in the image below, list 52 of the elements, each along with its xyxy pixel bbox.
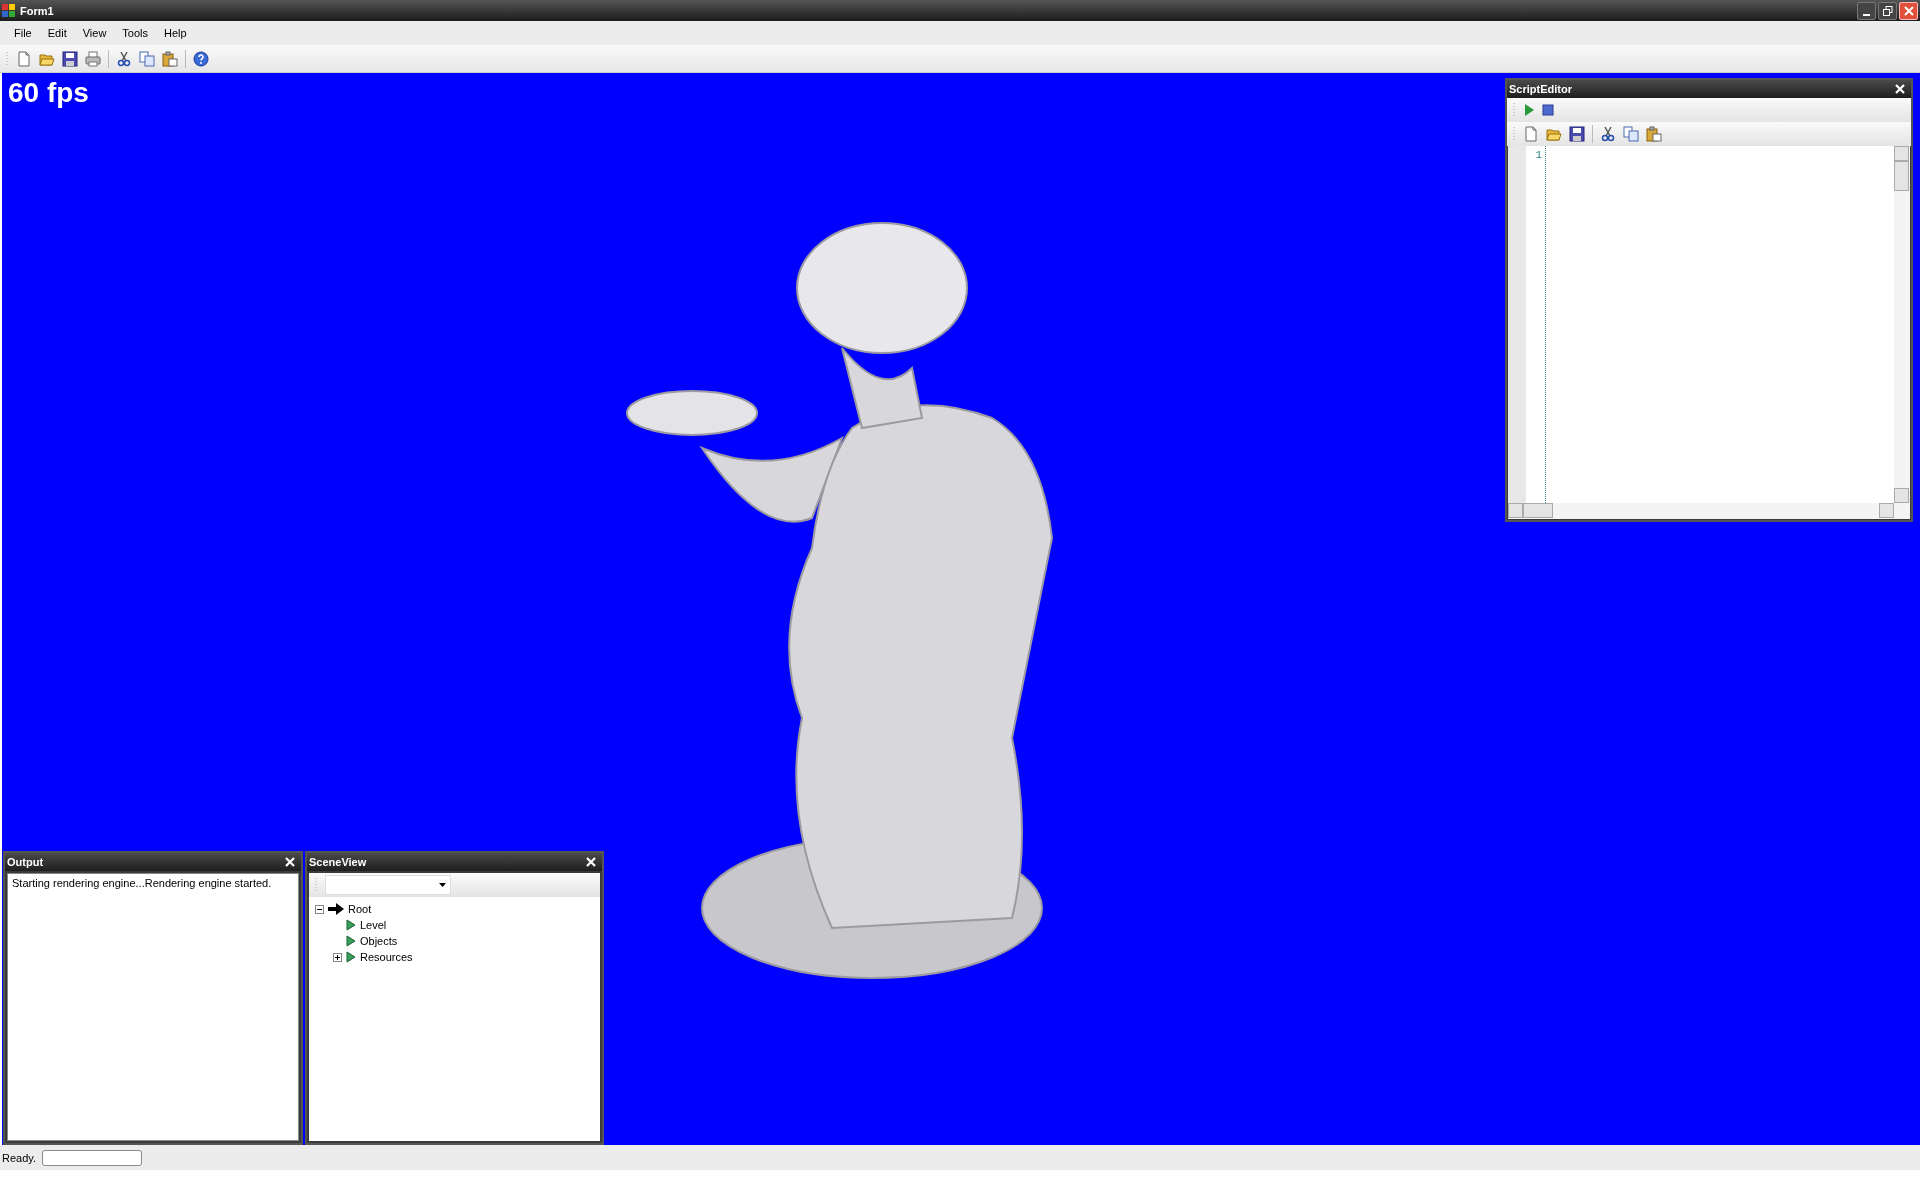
stop-icon[interactable] <box>1542 104 1554 116</box>
triangle-icon <box>346 919 356 931</box>
panel-title: Output <box>7 856 44 868</box>
menu-item[interactable]: Edit <box>39 25 75 41</box>
app-icon <box>2 3 16 18</box>
panel-title: SceneView <box>309 856 367 868</box>
minimize-icon <box>1863 13 1870 16</box>
close-button[interactable] <box>1899 1 1918 20</box>
play-icon[interactable] <box>1523 103 1535 117</box>
copy-icon[interactable] <box>1623 126 1639 142</box>
close-icon[interactable] <box>285 857 295 867</box>
minimize-button[interactable] <box>1857 1 1876 20</box>
menu-item[interactable]: View <box>74 25 115 41</box>
grip-handle-icon[interactable] <box>315 877 318 893</box>
copy-icon[interactable] <box>139 50 155 67</box>
arrow-icon <box>328 903 344 915</box>
help-icon[interactable] <box>193 50 209 67</box>
restore-button[interactable] <box>1878 1 1897 20</box>
scissors-icon[interactable] <box>116 50 132 67</box>
close-icon[interactable] <box>1895 84 1905 94</box>
restore-icon <box>1882 5 1893 16</box>
open-folder-icon[interactable] <box>1546 126 1562 142</box>
caret-icon <box>439 883 446 887</box>
printer-icon[interactable] <box>85 50 101 67</box>
vertical-scrollbar[interactable] <box>1894 146 1910 503</box>
fps-counter: 60 fps <box>8 77 89 109</box>
triangle-icon <box>346 951 356 963</box>
paste-icon[interactable] <box>162 50 178 67</box>
panel-title: ScriptEditor <box>1509 83 1572 95</box>
new-file-icon[interactable] <box>1523 126 1539 142</box>
status-text: Ready. <box>2 1151 37 1164</box>
new-file-icon[interactable] <box>16 50 32 67</box>
horizontal-scrollbar[interactable] <box>1508 503 1910 519</box>
menu-item[interactable]: Tools <box>114 25 157 41</box>
paste-icon[interactable] <box>1646 126 1662 142</box>
grip-handle-icon[interactable] <box>1513 126 1516 142</box>
log-message: Starting rendering engine...Rendering engine started. <box>11 876 273 891</box>
expand-icon[interactable] <box>333 952 342 962</box>
collapse-icon[interactable] <box>315 904 324 914</box>
close-icon[interactable] <box>586 857 596 867</box>
close-icon <box>1903 5 1914 16</box>
tree-item[interactable]: Resources <box>360 951 413 963</box>
menu-item[interactable]: File <box>6 25 40 41</box>
line-number: 1 <box>1534 149 1542 161</box>
tree-item[interactable]: Objects <box>360 935 398 947</box>
tree-item[interactable]: Root <box>348 903 372 915</box>
scissors-icon[interactable] <box>1600 126 1616 142</box>
window-title: Form1 <box>20 4 55 17</box>
tree-item[interactable]: Level <box>360 919 387 931</box>
triangle-icon <box>346 935 356 947</box>
grip-handle-icon[interactable] <box>1513 102 1516 118</box>
menu-item[interactable]: Help <box>156 25 195 41</box>
